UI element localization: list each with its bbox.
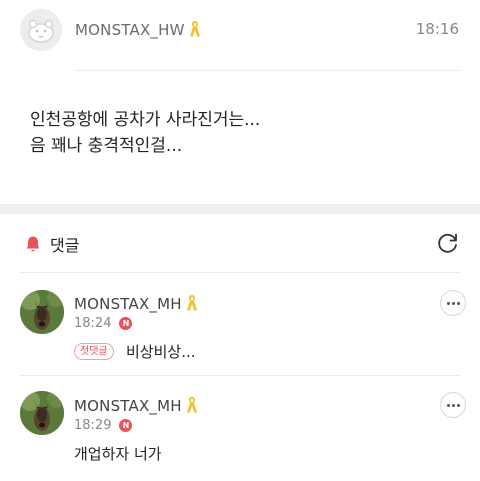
yellow-ribbon-icon: [186, 397, 197, 413]
section-separator: [0, 204, 480, 214]
post-author-name[interactable]: MONSTAX_HW: [75, 21, 185, 39]
new-badge: N: [119, 419, 133, 432]
post-body: 인천공항에 공차가 사라진거는... 음 꽤나 충격적인걸...: [30, 107, 260, 159]
new-badge: N: [119, 317, 133, 330]
post-timestamp: 18:16: [415, 20, 459, 38]
comment-author-name[interactable]: MONSTAX_MH: [74, 397, 182, 415]
divider: [74, 70, 460, 71]
post-body-line: 음 꽤나 충격적인걸...: [30, 136, 183, 156]
comment-text: 개업하자 너가: [74, 445, 162, 463]
more-options-icon[interactable]: [440, 290, 466, 316]
comment-author-name[interactable]: MONSTAX_MH: [74, 295, 182, 313]
bell-icon: [26, 236, 40, 252]
yellow-ribbon-icon: [186, 295, 197, 311]
comment-author[interactable]: MONSTAX_MH: [74, 396, 198, 415]
divider: [20, 272, 460, 273]
comment-timestamp: 18:24: [74, 316, 112, 331]
author-avatar[interactable]: [20, 9, 62, 51]
comment-time: 18:29 N: [74, 418, 133, 433]
dog-photo-avatar: [20, 290, 64, 334]
post-body-line: 인천공항에 공차가 사라진거는...: [30, 110, 261, 130]
commenter-avatar[interactable]: [20, 391, 64, 435]
comment-author[interactable]: MONSTAX_MH: [74, 294, 198, 313]
more-options-icon[interactable]: [440, 392, 466, 418]
first-comment-badge: 첫댓글: [74, 343, 114, 360]
comment-text: 비상비상...: [126, 343, 196, 361]
comments-title: 댓글: [50, 236, 80, 255]
yellow-ribbon-icon: [189, 21, 200, 37]
dog-photo-avatar: [20, 391, 64, 435]
divider: [20, 375, 460, 376]
refresh-icon[interactable]: [436, 231, 460, 255]
default-avatar-icon: [20, 9, 62, 51]
comment-timestamp: 18:29: [74, 418, 112, 433]
post-author[interactable]: MONSTAX_HW: [75, 20, 201, 39]
comment-time: 18:24 N: [74, 316, 133, 331]
commenter-avatar[interactable]: [20, 290, 64, 334]
